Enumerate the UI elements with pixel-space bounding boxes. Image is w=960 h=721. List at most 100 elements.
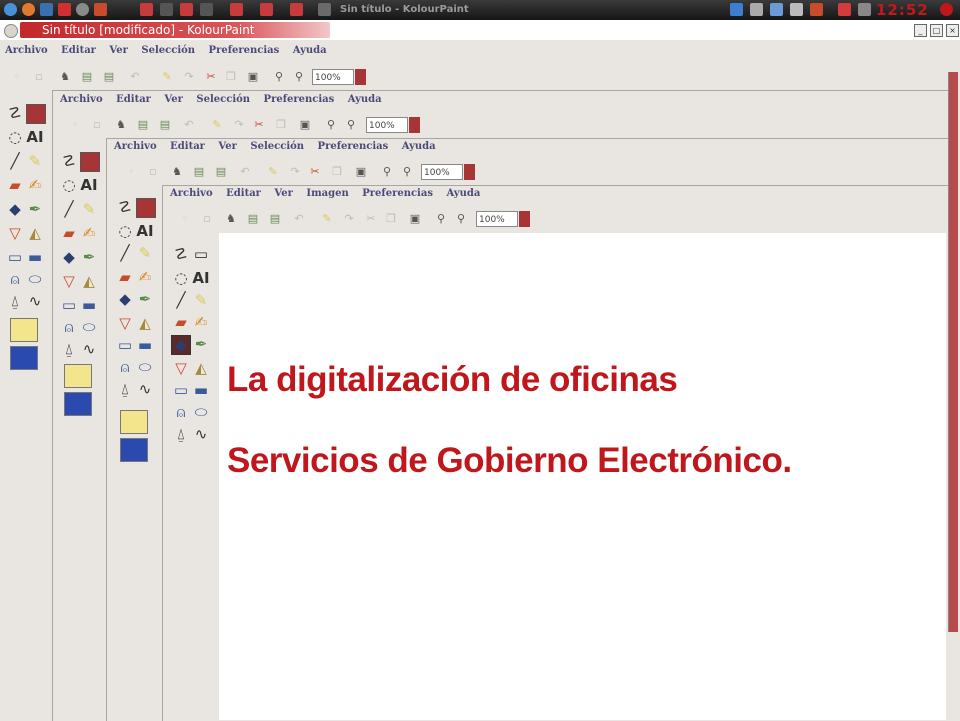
new-icon[interactable]: ◦: [124, 165, 138, 179]
menu-ayuda[interactable]: Ayuda: [446, 188, 480, 199]
menu-ver[interactable]: Ver: [218, 141, 236, 152]
browser-icon[interactable]: [94, 3, 107, 16]
network-icon[interactable]: [730, 3, 743, 16]
save-icon[interactable]: ♞: [58, 70, 72, 84]
drawing-canvas[interactable]: La digitalización de oficinas Servicios …: [219, 233, 946, 720]
brush-icon[interactable]: ✍: [80, 224, 98, 242]
brush-icon[interactable]: ✍: [192, 313, 210, 331]
brush-icon[interactable]: ✍: [26, 176, 44, 194]
bg-color-swatch[interactable]: [64, 392, 92, 416]
zoom-in-icon[interactable]: ⚲: [434, 212, 448, 226]
spraycan-icon[interactable]: ◭: [80, 272, 98, 290]
eraser-icon[interactable]: ▰: [60, 224, 78, 242]
spraycan-icon[interactable]: ◭: [136, 314, 154, 332]
redo-icon[interactable]: ↷: [232, 118, 246, 132]
copy-icon[interactable]: ❐: [224, 70, 238, 84]
ellipse-select-icon[interactable]: ◌: [172, 269, 190, 287]
rectangle-icon[interactable]: ▭: [6, 248, 24, 266]
undo-icon[interactable]: ↶: [128, 70, 142, 84]
redo-icon[interactable]: ↷: [342, 212, 356, 226]
ellipse-select-icon[interactable]: ◌: [6, 128, 24, 146]
print-icon[interactable]: ▤: [192, 165, 206, 179]
export-icon[interactable]: ▤: [268, 212, 282, 226]
desktop1-icon[interactable]: [140, 3, 153, 16]
zoom-out-icon[interactable]: ⚲: [400, 165, 414, 179]
line-icon[interactable]: ╱: [60, 200, 78, 218]
brush-icon[interactable]: ✍: [136, 268, 154, 286]
polygon-icon[interactable]: ⍝: [172, 403, 190, 421]
rounded-rect-icon[interactable]: ▬: [192, 381, 210, 399]
kolourpaint-task-icon[interactable]: [318, 3, 331, 16]
print-icon[interactable]: ▤: [80, 70, 94, 84]
menu-ayuda[interactable]: Ayuda: [293, 45, 327, 56]
print-icon[interactable]: ▤: [246, 212, 260, 226]
zoom-dropdown[interactable]: [409, 117, 420, 133]
fg-color-swatch[interactable]: [10, 318, 38, 342]
zoom-out-icon[interactable]: ⚲: [344, 118, 358, 132]
paste-icon[interactable]: ▣: [408, 212, 422, 226]
fill-icon[interactable]: ◆: [6, 200, 24, 218]
ellipse-icon[interactable]: ⬭: [136, 358, 154, 376]
line-icon[interactable]: ╱: [116, 244, 134, 262]
zoom-dropdown[interactable]: [464, 164, 475, 180]
open-icon[interactable]: ▫: [90, 118, 104, 132]
taskbar-app3-icon[interactable]: [290, 3, 303, 16]
zoom-icon[interactable]: ▽: [172, 359, 190, 377]
rectangle-icon[interactable]: ▭: [172, 381, 190, 399]
tray-icon[interactable]: [858, 3, 871, 16]
free-select-icon[interactable]: ☡: [60, 152, 78, 170]
paste-icon[interactable]: ▣: [298, 118, 312, 132]
volume-icon[interactable]: [770, 3, 783, 16]
rounded-rect-icon[interactable]: ▬: [80, 296, 98, 314]
cut-icon[interactable]: ✎: [320, 212, 334, 226]
menu-ver[interactable]: Ver: [164, 94, 182, 105]
notification-icon[interactable]: [838, 3, 851, 16]
desktop3-icon[interactable]: [180, 3, 193, 16]
zoom-field[interactable]: 100%: [476, 211, 518, 227]
copy-icon[interactable]: ❐: [384, 212, 398, 226]
zoom-field[interactable]: 100%: [312, 69, 354, 85]
polygon-icon[interactable]: ⍝: [60, 318, 78, 336]
window-titlebar[interactable]: Sin título [modificado] - KolourPaint: [0, 20, 960, 40]
menu-editar[interactable]: Editar: [170, 141, 205, 152]
menu-archivo[interactable]: Archivo: [5, 45, 48, 56]
menu-editar[interactable]: Editar: [226, 188, 261, 199]
menu-seleccion[interactable]: Selección: [141, 45, 195, 56]
bg-color-swatch[interactable]: [120, 438, 148, 462]
zoom-icon[interactable]: ▽: [60, 272, 78, 290]
eraser-icon[interactable]: ▰: [172, 313, 190, 331]
polygon-icon[interactable]: ⍝: [116, 358, 134, 376]
menu-editar[interactable]: Editar: [61, 45, 96, 56]
zoom-icon[interactable]: ▽: [6, 224, 24, 242]
open-icon[interactable]: ▫: [32, 70, 46, 84]
zoom-out-icon[interactable]: ⚲: [292, 70, 306, 84]
polyline-icon[interactable]: ⍙: [6, 292, 24, 310]
polyline-icon[interactable]: ⍙: [60, 340, 78, 358]
export-icon[interactable]: ▤: [102, 70, 116, 84]
cut-icon-2[interactable]: ✂: [364, 212, 378, 226]
copy-icon[interactable]: ❐: [274, 118, 288, 132]
open-icon[interactable]: ▫: [146, 165, 160, 179]
cut-icon[interactable]: ✎: [160, 70, 174, 84]
line-icon[interactable]: ╱: [172, 291, 190, 309]
cut-icon[interactable]: ✎: [210, 118, 224, 132]
taskbar-kolourpaint-entry[interactable]: Sin título - KolourPaint: [340, 3, 469, 17]
maximize-button[interactable]: □: [930, 24, 943, 37]
desktop2-icon[interactable]: [160, 3, 173, 16]
undo-icon[interactable]: ↶: [238, 165, 252, 179]
export-icon[interactable]: ▤: [214, 165, 228, 179]
menu-preferencias[interactable]: Preferencias: [264, 94, 335, 105]
ellipse-icon[interactable]: ⬭: [80, 318, 98, 336]
pen-icon[interactable]: ✎: [136, 244, 154, 262]
bg-color-swatch[interactable]: [10, 346, 38, 370]
menu-ayuda[interactable]: Ayuda: [348, 94, 382, 105]
zoom-field[interactable]: 100%: [366, 117, 408, 133]
fill-icon[interactable]: ◆: [116, 290, 134, 308]
zoom-in-icon[interactable]: ⚲: [324, 118, 338, 132]
undo-icon[interactable]: ↶: [292, 212, 306, 226]
kde-menu-icon[interactable]: [4, 3, 17, 16]
rect-select-icon[interactable]: [26, 104, 46, 124]
new-icon[interactable]: ◦: [68, 118, 82, 132]
menu-archivo[interactable]: Archivo: [170, 188, 213, 199]
settings-icon[interactable]: [76, 3, 89, 16]
